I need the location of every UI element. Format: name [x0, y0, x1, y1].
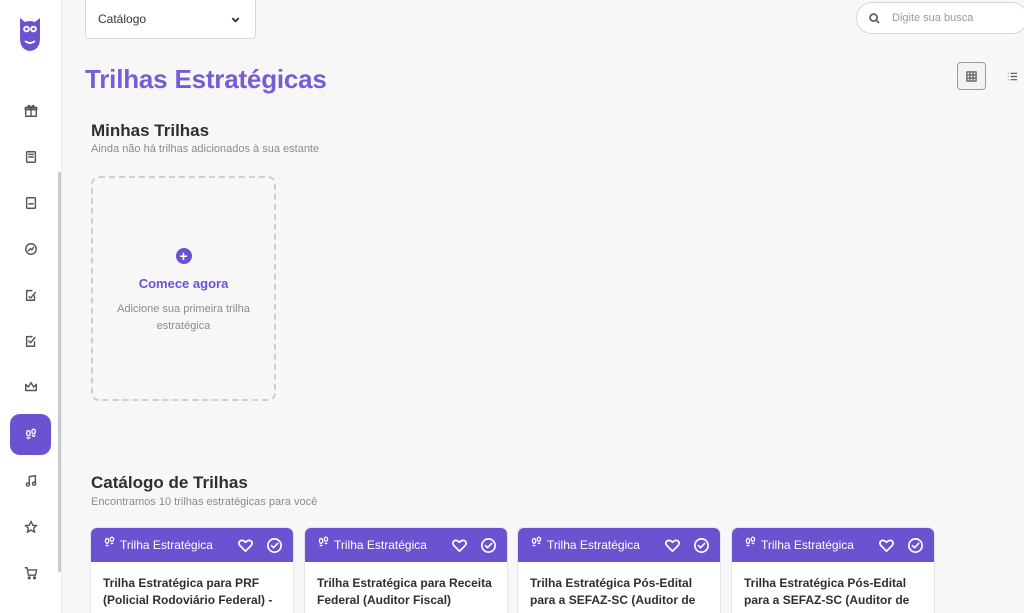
trail-card-header: Trilha Estratégica — [732, 528, 934, 562]
sidebar-item-gauge[interactable] — [10, 228, 51, 269]
trail-card[interactable]: Trilha Estratégica Trilha Estratégica Pó… — [518, 528, 720, 613]
catalog-title: Catálogo de Trilhas — [91, 473, 248, 492]
trail-card[interactable]: Trilha Estratégica Trilha Estratégica Pó… — [732, 528, 934, 613]
favorite-button[interactable] — [877, 536, 895, 554]
trail-title[interactable]: Trilha Estratégica Pós-Edital para a SEF… — [518, 562, 720, 609]
heart-icon — [451, 538, 467, 552]
sidebar-item-notebook[interactable] — [10, 182, 51, 223]
page-title: Trilhas Estratégicas — [85, 64, 327, 94]
trail-card-header: Trilha Estratégica — [305, 528, 507, 562]
trail-title[interactable]: Trilha Estratégica para PRF (Policial Ro… — [91, 562, 293, 609]
check-circle-icon — [266, 537, 282, 553]
sidebar-item-checklist[interactable] — [10, 320, 51, 361]
footprints-icon — [530, 536, 543, 554]
sidebar-item-favorites[interactable] — [10, 506, 51, 547]
check-circle-icon — [693, 537, 709, 553]
trail-tag: Trilha Estratégica — [547, 538, 640, 552]
list-icon — [1007, 72, 1018, 80]
book-icon — [25, 150, 36, 163]
check-circle-icon — [480, 537, 496, 553]
crown-icon — [24, 381, 37, 391]
my-trails-title: Minhas Trilhas — [91, 121, 210, 140]
footprints-icon — [317, 536, 330, 554]
add-trail-button[interactable] — [479, 536, 497, 554]
catalog-select-value: Catálogo — [98, 12, 147, 26]
sidebar-item-music[interactable] — [10, 460, 51, 501]
catalog-subtitle: Encontramos 10 trilhas estratégicas para… — [91, 496, 318, 508]
sidebar-item-cart[interactable] — [10, 552, 51, 593]
check-circle-icon — [907, 537, 923, 553]
heart-icon — [237, 538, 253, 552]
notebook-icon — [25, 196, 36, 209]
sidebar-item-crown[interactable] — [10, 366, 51, 407]
favorite-button[interactable] — [450, 536, 468, 554]
heart-icon — [878, 538, 894, 552]
footprints-icon — [744, 536, 757, 554]
list-view-button[interactable] — [1001, 62, 1024, 90]
sidebar-item-edit-list[interactable] — [10, 274, 51, 315]
grid-icon — [966, 70, 977, 82]
heart-icon — [664, 538, 680, 552]
owl-logo-icon[interactable] — [18, 14, 42, 52]
trail-card[interactable]: Trilha Estratégica Trilha Estratégica pa… — [305, 528, 507, 613]
start-now-link[interactable]: Comece agora — [139, 276, 229, 291]
trail-tag: Trilha Estratégica — [761, 538, 854, 552]
favorite-button[interactable] — [236, 536, 254, 554]
footprints-icon — [25, 428, 36, 439]
search-input[interactable] — [892, 12, 1012, 24]
search-box[interactable] — [856, 2, 1024, 34]
trail-title[interactable]: Trilha Estratégica para Receita Federal … — [305, 562, 507, 609]
edit-list-icon — [25, 289, 36, 301]
trail-tag: Trilha Estratégica — [334, 538, 427, 552]
checklist-icon — [25, 335, 36, 347]
add-trail-button[interactable] — [265, 536, 283, 554]
catalog-select[interactable]: Catálogo — [85, 0, 256, 39]
star-icon — [24, 520, 37, 533]
search-icon — [869, 12, 880, 24]
sidebar-item-trails[interactable] — [10, 414, 51, 455]
chevron-down-icon — [231, 16, 240, 23]
add-trail-card[interactable]: + Comece agora Adicione sua primeira tri… — [91, 176, 276, 401]
cart-icon — [24, 566, 37, 579]
music-icon — [25, 474, 36, 487]
sidebar-scrollbar[interactable] — [58, 172, 61, 572]
sidebar-item-book[interactable] — [10, 136, 51, 177]
my-trails-subtitle: Ainda não há trilhas adicionados à sua e… — [91, 143, 320, 155]
trail-tag: Trilha Estratégica — [120, 538, 213, 552]
sidebar — [0, 0, 62, 613]
trail-card-header: Trilha Estratégica — [518, 528, 720, 562]
gift-icon — [24, 104, 37, 117]
sidebar-item-gift[interactable] — [10, 90, 51, 131]
trail-card-header: Trilha Estratégica — [91, 528, 293, 562]
add-trail-button[interactable] — [906, 536, 924, 554]
trail-card[interactable]: Trilha Estratégica Trilha Estratégica pa… — [91, 528, 293, 613]
grid-view-button[interactable] — [957, 62, 986, 90]
favorite-button[interactable] — [663, 536, 681, 554]
empty-hint: Adicione sua primeira trilha estratégica — [117, 303, 250, 332]
gauge-icon — [24, 242, 37, 255]
trail-title[interactable]: Trilha Estratégica Pós-Edital para a SEF… — [732, 562, 934, 609]
footprints-icon — [103, 536, 116, 554]
add-trail-button[interactable] — [692, 536, 710, 554]
plus-icon: + — [175, 248, 192, 264]
